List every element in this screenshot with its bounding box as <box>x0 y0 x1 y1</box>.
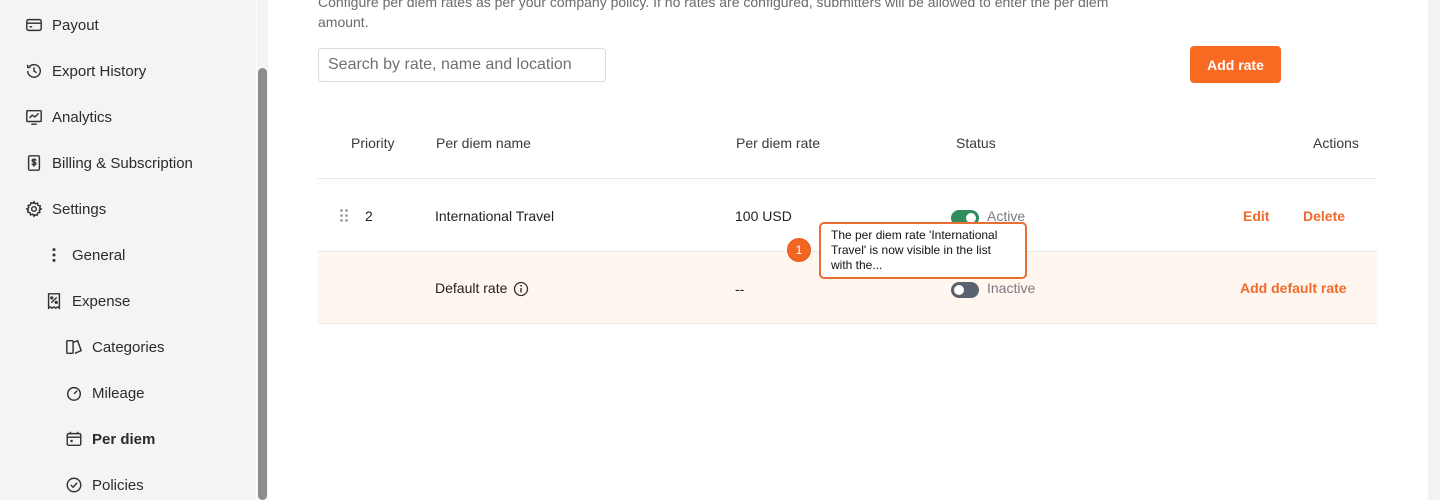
sidebar-item-expense[interactable]: Expense <box>44 291 130 311</box>
default-status-toggle[interactable] <box>951 282 979 298</box>
info-icon[interactable] <box>513 281 529 297</box>
analytics-icon <box>24 107 44 127</box>
sidebar: Payout Export History Analytics Billing … <box>0 0 256 500</box>
sidebar-item-label: Export History <box>52 62 147 80</box>
sidebar-item-label: Expense <box>72 292 131 310</box>
column-header-actions: Actions <box>1313 135 1359 151</box>
speedometer-icon <box>64 383 84 403</box>
gear-icon <box>24 199 44 219</box>
sidebar-item-label: Per diem <box>92 430 156 448</box>
drag-handle-icon[interactable] <box>340 209 348 223</box>
default-rate-value: -- <box>735 281 745 297</box>
annotation-number-badge: 1 <box>787 238 811 262</box>
sidebar-scrollbar-thumb[interactable] <box>258 68 267 500</box>
row-priority: 2 <box>365 208 373 224</box>
sidebar-item-policies[interactable]: Policies <box>64 475 144 495</box>
header-divider <box>318 178 1377 179</box>
sidebar-item-label: Mileage <box>92 384 145 402</box>
more-vertical-icon <box>44 245 64 265</box>
sidebar-item-label: Categories <box>92 338 165 356</box>
history-icon <box>24 61 44 81</box>
column-header-name: Per diem name <box>436 135 531 151</box>
payout-icon <box>24 15 44 35</box>
page-scrollbar-track[interactable] <box>1428 0 1440 500</box>
sidebar-item-label: Policies <box>92 476 144 494</box>
sidebar-item-payout[interactable]: Payout <box>24 15 99 35</box>
check-circle-icon <box>64 475 84 495</box>
delete-button[interactable]: Delete <box>1303 208 1345 224</box>
calendar-icon <box>64 429 84 449</box>
sidebar-item-label: Billing & Subscription <box>52 154 193 172</box>
sidebar-item-analytics[interactable]: Analytics <box>24 107 112 127</box>
row-name: International Travel <box>435 208 555 224</box>
row-rate: 100 USD <box>735 208 792 224</box>
main-content: Configure per diem rates as per your com… <box>268 0 1428 500</box>
default-status-label: Inactive <box>987 280 1036 296</box>
sidebar-item-export-history[interactable]: Export History <box>24 61 146 81</box>
column-header-rate: Per diem rate <box>736 135 821 151</box>
sidebar-item-per-diem[interactable]: Per diem <box>64 429 155 449</box>
add-rate-button[interactable]: Add rate <box>1190 46 1281 83</box>
sidebar-item-mileage[interactable]: Mileage <box>64 383 145 403</box>
sidebar-item-label: Settings <box>52 200 107 218</box>
edit-button[interactable]: Edit <box>1243 208 1269 224</box>
sidebar-item-categories[interactable]: Categories <box>64 337 165 357</box>
categories-icon <box>64 337 84 357</box>
add-default-rate-button[interactable]: Add default rate <box>1240 280 1347 296</box>
expense-icon <box>44 291 64 311</box>
column-header-status: Status <box>956 135 996 151</box>
sidebar-item-label: Payout <box>52 16 99 34</box>
sidebar-item-label: Analytics <box>52 108 113 126</box>
annotation-tooltip: The per diem rate 'International Travel'… <box>819 222 1027 279</box>
sidebar-item-label: General <box>72 246 126 264</box>
column-header-priority: Priority <box>351 135 395 151</box>
billing-icon <box>24 153 44 173</box>
sidebar-item-general[interactable]: General <box>44 245 125 265</box>
sidebar-item-settings[interactable]: Settings <box>24 199 106 219</box>
table-bottom-divider <box>318 323 1377 324</box>
search-input[interactable] <box>318 48 606 82</box>
default-rate-name: Default rate <box>435 280 508 296</box>
page-description: Configure per diem rates as per your com… <box>318 0 1109 30</box>
sidebar-item-billing[interactable]: Billing & Subscription <box>24 153 193 173</box>
